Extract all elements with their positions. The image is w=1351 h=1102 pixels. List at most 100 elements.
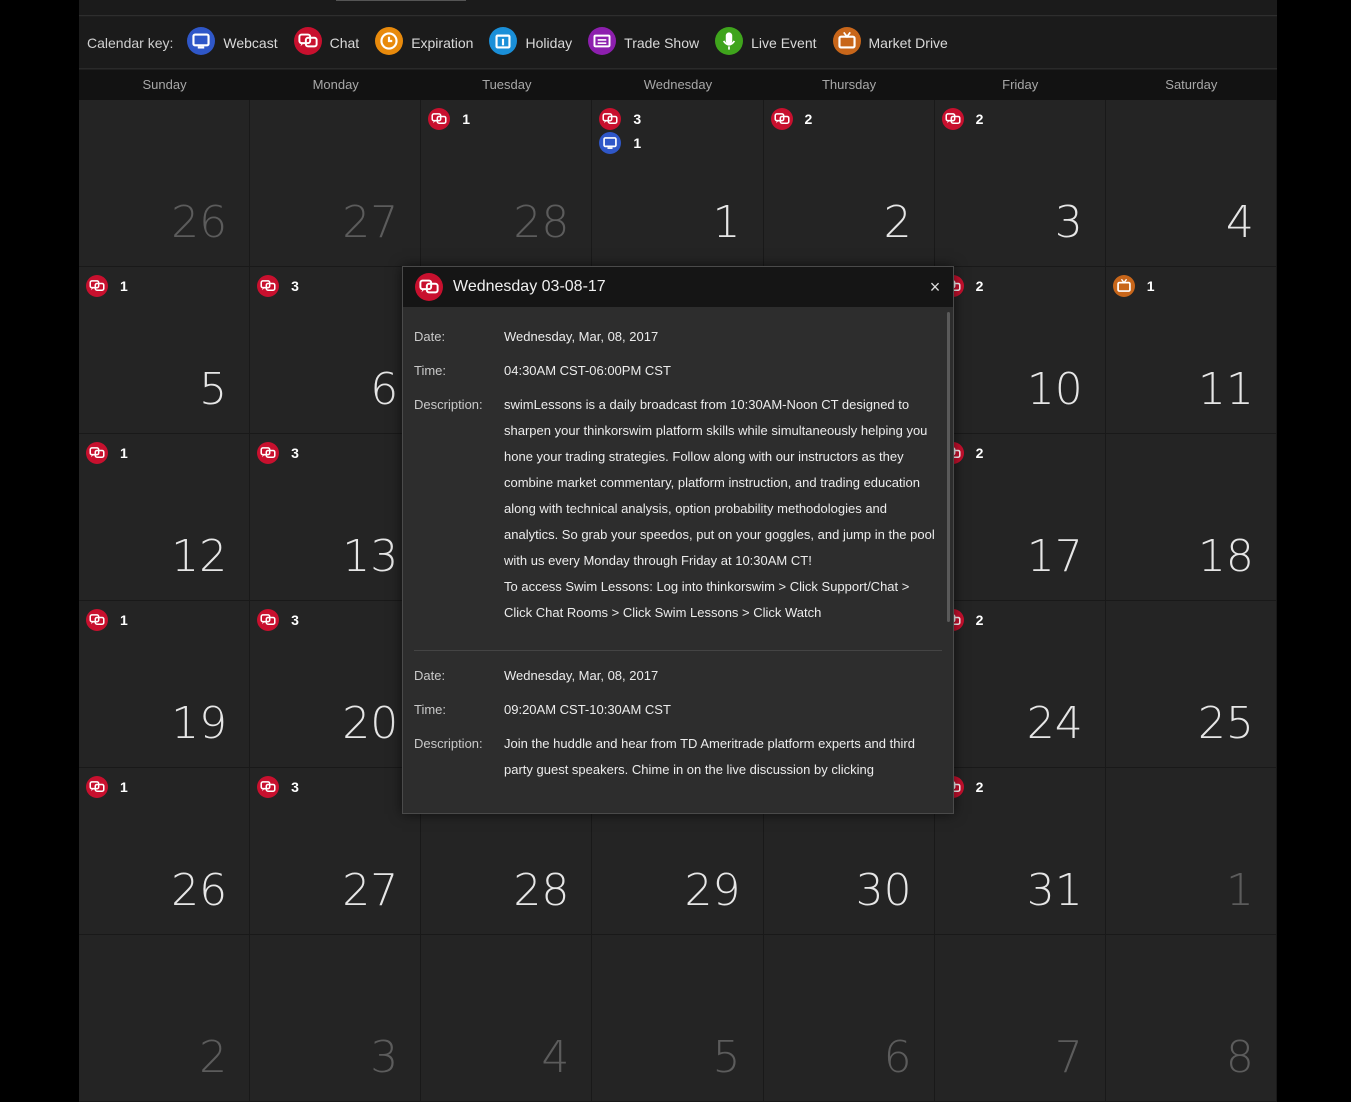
calendar-day-cell[interactable]: 1 26 bbox=[79, 768, 251, 935]
calendar-day-cell[interactable]: 4 bbox=[1105, 100, 1277, 267]
event-count: 1 bbox=[1146, 278, 1155, 294]
event-count: 2 bbox=[804, 111, 813, 127]
calendar-day-cell[interactable]: 23 bbox=[934, 100, 1106, 267]
calendar-day-cell[interactable]: 3 27 bbox=[250, 768, 422, 935]
calendar-key-item-label: Webcast bbox=[223, 34, 278, 51]
event-badge[interactable]: 1 bbox=[86, 609, 128, 631]
event-badge[interactable]: 1 bbox=[86, 776, 128, 798]
calendar-day-cell[interactable]: 15 bbox=[79, 267, 251, 434]
calendar-day-cell[interactable]: 1 11 bbox=[1105, 267, 1277, 434]
calendar-week: 26 27 1 28 3 1 1 2 2 2 3 4 bbox=[79, 100, 1277, 267]
day-number: 29 bbox=[684, 865, 741, 916]
calendar-key-label: Calendar key: bbox=[87, 34, 174, 51]
event-badge[interactable]: 1 bbox=[599, 132, 641, 154]
event-details-dialog: Wednesday 03-08-17 × Date: Wednesday, Mar… bbox=[402, 266, 954, 814]
description-label: Description: bbox=[414, 736, 483, 751]
chat-icon bbox=[257, 442, 280, 464]
day-number: 28 bbox=[513, 197, 570, 248]
calendar-day-cell[interactable]: 6 bbox=[763, 935, 935, 1102]
calendar-day-cell[interactable]: 22 bbox=[763, 100, 935, 267]
event-time: 04:30AM CST-06:00PM CST bbox=[504, 363, 671, 378]
calendar-day-cell[interactable]: 1 28 bbox=[421, 100, 593, 267]
calendar-day-cell[interactable]: 18 bbox=[1105, 434, 1277, 601]
chat-icon bbox=[86, 609, 108, 631]
day-number: 8 bbox=[1225, 1032, 1254, 1083]
dialog-body[interactable]: Date: Wednesday, Mar, 08, 2017 Time: 04:30… bbox=[403, 308, 953, 813]
calendar-day-cell[interactable]: 8 bbox=[1105, 935, 1277, 1102]
calendar-day-cell[interactable]: 2 10 bbox=[934, 267, 1106, 434]
calendar-day-cell[interactable]: 7 bbox=[934, 935, 1106, 1102]
webcast-icon bbox=[599, 132, 622, 154]
chat-icon bbox=[415, 273, 443, 301]
day-number: 19 bbox=[171, 698, 228, 749]
event-badge[interactable]: 1 bbox=[86, 275, 128, 297]
date-label: Date: bbox=[414, 668, 446, 683]
calendar-day-cell[interactable]: 27 bbox=[250, 100, 422, 267]
calendar-day-cell[interactable]: 1 19 bbox=[79, 601, 251, 768]
event-badge[interactable]: 3 bbox=[257, 442, 299, 464]
event-badge[interactable]: 1 bbox=[1112, 275, 1155, 297]
calendar-day-cell[interactable]: 36 bbox=[250, 267, 422, 434]
event-count: 1 bbox=[120, 445, 128, 461]
event-badge[interactable]: 2 bbox=[770, 108, 813, 130]
event-badge[interactable]: 2 bbox=[941, 108, 983, 130]
day-number: 3 bbox=[370, 1032, 399, 1083]
calendar-key-item: Webcast bbox=[187, 27, 278, 58]
day-number: 5 bbox=[712, 1032, 741, 1083]
calendar-day-cell[interactable]: 2 31 bbox=[934, 768, 1106, 935]
chat-icon bbox=[428, 108, 451, 130]
calendar-day-cell[interactable]: 1 bbox=[1105, 768, 1277, 935]
close-button[interactable]: × bbox=[925, 277, 945, 297]
calendar-key-item-label: Chat bbox=[329, 34, 360, 51]
day-number: 2 bbox=[199, 1032, 228, 1083]
event-badge[interactable]: 3 bbox=[257, 609, 299, 631]
chat-icon bbox=[86, 275, 108, 297]
clock-icon bbox=[375, 27, 404, 55]
tv-icon bbox=[832, 27, 861, 55]
calendar-day-cell[interactable]: 2 17 bbox=[934, 434, 1106, 601]
chat-icon bbox=[770, 108, 793, 130]
calendar-key-item: Chat bbox=[293, 27, 360, 58]
calendar-day-cell[interactable]: 1 12 bbox=[79, 434, 251, 601]
chat-icon bbox=[86, 442, 108, 464]
day-number: 28 bbox=[513, 865, 570, 916]
day-number: 3 bbox=[1054, 197, 1083, 248]
weekday-label: Friday bbox=[1002, 77, 1039, 92]
date-label: Date: bbox=[414, 329, 446, 344]
calendar-day-cell[interactable]: 2 bbox=[79, 935, 251, 1102]
day-number: 25 bbox=[1197, 698, 1254, 749]
day-number: 6 bbox=[883, 1032, 912, 1083]
event-count: 1 bbox=[462, 111, 471, 127]
day-number: 10 bbox=[1026, 364, 1083, 415]
event-entry: Date: Wednesday, Mar, 08, 2017 Time: 04:30… bbox=[403, 324, 953, 626]
day-number: 4 bbox=[1225, 197, 1254, 248]
day-number: 1 bbox=[1225, 865, 1254, 916]
calendar-day-cell[interactable]: 4 bbox=[421, 935, 593, 1102]
calendar-key-item-label: Live Event bbox=[751, 34, 817, 51]
calendar-day-cell[interactable]: 26 bbox=[79, 100, 251, 267]
calendar-day-cell[interactable]: 25 bbox=[1105, 601, 1277, 768]
calendar-key-item: Live Event bbox=[715, 27, 817, 58]
calendar-day-cell[interactable]: 2 24 bbox=[934, 601, 1106, 768]
event-badge[interactable]: 1 bbox=[428, 108, 470, 130]
event-badge[interactable]: 1 bbox=[86, 442, 128, 464]
calendar-day-cell[interactable]: 3 bbox=[250, 935, 422, 1102]
calendar-day-cell[interactable]: 5 bbox=[592, 935, 764, 1102]
description-label: Description: bbox=[414, 397, 483, 412]
calendar-app: Calendar key: Webcast Chat Expiration Holid… bbox=[79, 0, 1277, 1102]
calendar-key-item: Trade Show bbox=[588, 27, 699, 58]
event-badge[interactable]: 3 bbox=[257, 776, 299, 798]
event-date: Wednesday, Mar, 08, 2017 bbox=[504, 329, 659, 344]
event-badge[interactable]: 3 bbox=[599, 108, 641, 130]
dialog-header: Wednesday 03-08-17 × bbox=[403, 267, 953, 307]
weekday-label: Wednesday bbox=[643, 77, 713, 92]
day-number: 26 bbox=[171, 197, 228, 248]
calendar-key-item-label: Market Drive bbox=[868, 34, 948, 51]
calendar-day-cell[interactable]: 3 20 bbox=[250, 601, 422, 768]
calendar-day-cell[interactable]: 3 13 bbox=[250, 434, 422, 601]
calendar-icon bbox=[489, 27, 518, 55]
calendar-day-cell[interactable]: 3 1 1 bbox=[592, 100, 764, 267]
event-badge[interactable]: 3 bbox=[257, 275, 299, 297]
day-number: 31 bbox=[1026, 865, 1083, 916]
time-label: Time: bbox=[414, 363, 447, 378]
